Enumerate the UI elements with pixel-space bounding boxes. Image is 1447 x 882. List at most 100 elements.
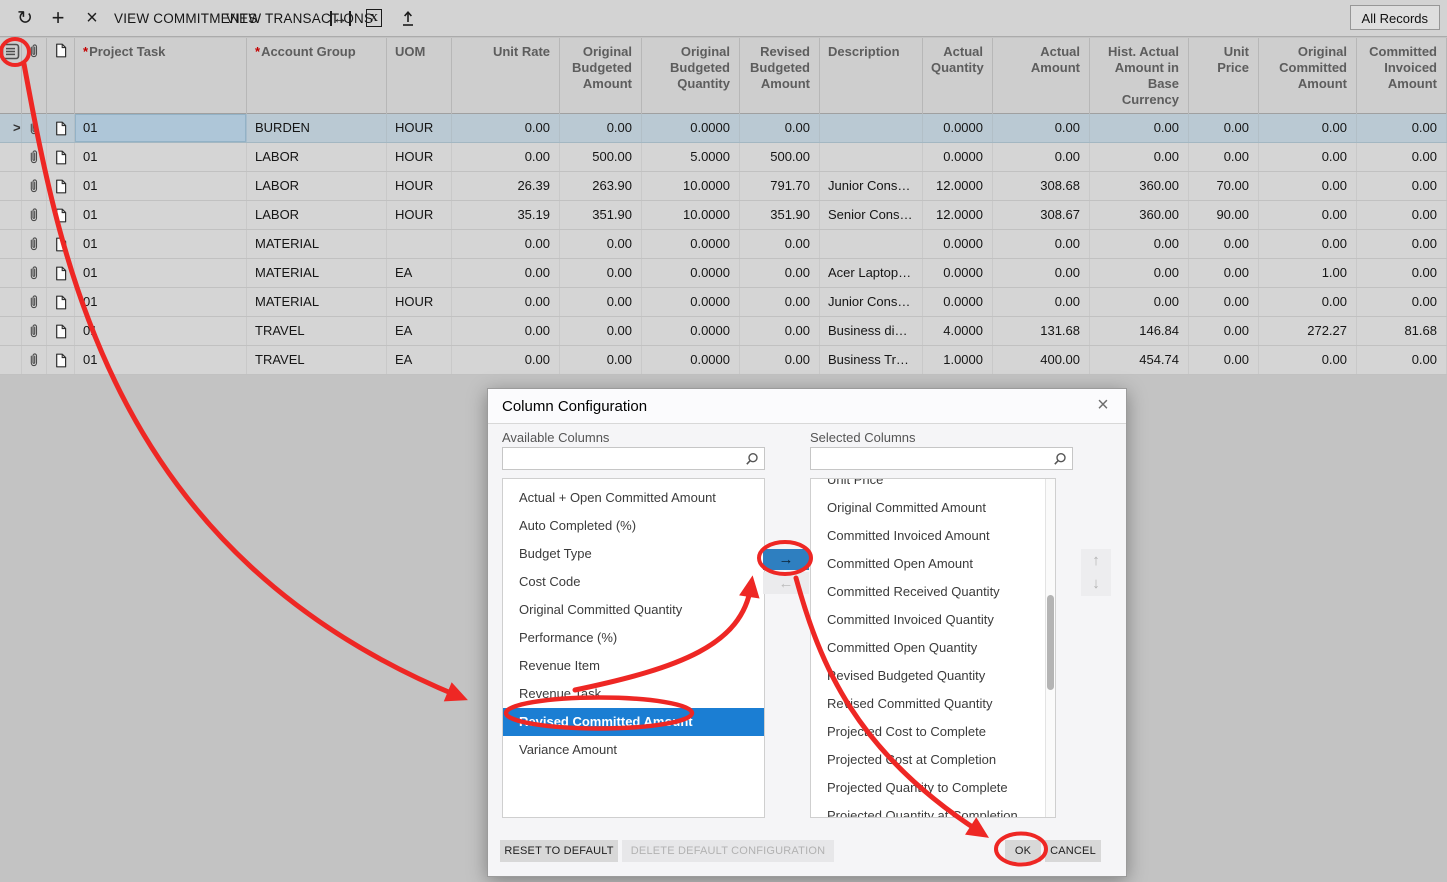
col-header-group[interactable]: *Account Group <box>247 38 387 114</box>
row-selector[interactable] <box>0 346 22 374</box>
cell-orig_budgeted_qty[interactable]: 0.0000 <box>642 317 740 345</box>
cell-orig_budgeted_qty[interactable]: 10.0000 <box>642 201 740 229</box>
cell-unit_rate[interactable]: 0.00 <box>452 230 560 258</box>
available-column-item[interactable]: Revenue Item <box>503 652 764 680</box>
selected-column-item[interactable]: Committed Open Quantity <box>811 634 1055 662</box>
col-header-uom[interactable]: UOM <box>387 38 452 114</box>
grid-config-button[interactable] <box>0 38 22 114</box>
cell-uom[interactable]: HOUR <box>387 143 452 171</box>
row-selector[interactable] <box>0 230 22 258</box>
available-column-item[interactable]: Revised Committed Amount <box>503 708 764 736</box>
cell-orig_committed_amount[interactable]: 0.00 <box>1259 230 1357 258</box>
cell-committed_invoiced_amount[interactable]: 0.00 <box>1357 230 1447 258</box>
cell-task[interactable]: 01 <box>75 259 247 287</box>
cell-group[interactable]: LABOR <box>247 201 387 229</box>
cell-orig_budgeted_amount[interactable]: 0.00 <box>560 288 642 316</box>
attachment-button[interactable] <box>22 143 47 171</box>
selected-column-item[interactable]: Projected Quantity at Completion <box>811 802 1055 818</box>
cell-task[interactable]: 01 <box>75 288 247 316</box>
cell-actual_qty[interactable]: 4.0000 <box>923 317 993 345</box>
col-header-actual_qty[interactable]: Actual Quantity <box>923 38 993 114</box>
cell-rev_budgeted_amount[interactable]: 0.00 <box>740 317 820 345</box>
cell-uom[interactable]: HOUR <box>387 201 452 229</box>
table-row[interactable]: 01TRAVELEA0.000.000.00000.00Business di…… <box>0 317 1447 346</box>
cell-group[interactable]: MATERIAL <box>247 259 387 287</box>
attachment-button[interactable] <box>22 172 47 200</box>
available-column-item[interactable]: Revenue Task <box>503 680 764 708</box>
cell-group[interactable]: LABOR <box>247 143 387 171</box>
note-button[interactable] <box>47 317 75 345</box>
cell-committed_invoiced_amount[interactable]: 81.68 <box>1357 317 1447 345</box>
cell-orig_budgeted_amount[interactable]: 0.00 <box>560 230 642 258</box>
note-button[interactable] <box>47 114 75 142</box>
attachment-button[interactable] <box>22 259 47 287</box>
cell-orig_committed_amount[interactable]: 0.00 <box>1259 346 1357 374</box>
cell-description[interactable]: Business di… <box>820 317 923 345</box>
cell-description[interactable]: Business Tr… <box>820 346 923 374</box>
cell-actual_qty[interactable]: 12.0000 <box>923 201 993 229</box>
col-header-task[interactable]: *Project Task <box>75 38 247 114</box>
note-button[interactable] <box>47 143 75 171</box>
cell-actual_qty[interactable]: 0.0000 <box>923 114 993 142</box>
cell-actual_amount[interactable]: 0.00 <box>993 143 1090 171</box>
cell-rev_budgeted_amount[interactable]: 0.00 <box>740 288 820 316</box>
col-header-hist_actual[interactable]: Hist. Actual Amount in Base Currency <box>1090 38 1189 114</box>
table-row[interactable]: 01LABORHOUR26.39263.9010.0000791.70Junio… <box>0 172 1447 201</box>
cell-committed_invoiced_amount[interactable]: 0.00 <box>1357 288 1447 316</box>
cell-unit_price[interactable]: 0.00 <box>1189 288 1259 316</box>
cell-unit_price[interactable]: 0.00 <box>1189 259 1259 287</box>
row-selector[interactable] <box>0 172 22 200</box>
cell-rev_budgeted_amount[interactable]: 0.00 <box>740 230 820 258</box>
cell-hist_actual[interactable]: 360.00 <box>1090 201 1189 229</box>
cell-hist_actual[interactable]: 454.74 <box>1090 346 1189 374</box>
col-header-committed_invoiced_amount[interactable]: Committed Invoiced Amount <box>1357 38 1447 114</box>
col-header-orig_budgeted_amount[interactable]: Original Budgeted Amount <box>560 38 642 114</box>
cell-rev_budgeted_amount[interactable]: 0.00 <box>740 259 820 287</box>
cell-uom[interactable]: HOUR <box>387 114 452 142</box>
cell-rev_budgeted_amount[interactable]: 0.00 <box>740 346 820 374</box>
cell-orig_budgeted_amount[interactable]: 0.00 <box>560 346 642 374</box>
cell-hist_actual[interactable]: 0.00 <box>1090 259 1189 287</box>
cell-actual_amount[interactable]: 0.00 <box>993 114 1090 142</box>
move-left-button[interactable]: ← <box>763 572 809 594</box>
cell-group[interactable]: MATERIAL <box>247 288 387 316</box>
cell-group[interactable]: LABOR <box>247 172 387 200</box>
move-down-button[interactable]: ↓ <box>1081 572 1111 595</box>
selected-column-item[interactable]: Projected Cost at Completion <box>811 746 1055 774</box>
col-header-rev_budgeted_amount[interactable]: Revised Budgeted Amount <box>740 38 820 114</box>
fit-columns-button[interactable]: ↔ <box>324 0 356 36</box>
cell-orig_budgeted_amount[interactable]: 0.00 <box>560 259 642 287</box>
cell-group[interactable]: TRAVEL <box>247 346 387 374</box>
cell-unit_price[interactable]: 0.00 <box>1189 317 1259 345</box>
ok-button[interactable]: OK <box>1005 840 1041 862</box>
cell-committed_invoiced_amount[interactable]: 0.00 <box>1357 172 1447 200</box>
cell-rev_budgeted_amount[interactable]: 791.70 <box>740 172 820 200</box>
export-excel-button[interactable]: X <box>358 0 390 36</box>
cell-uom[interactable]: EA <box>387 317 452 345</box>
cell-actual_qty[interactable]: 0.0000 <box>923 259 993 287</box>
cell-orig_budgeted_qty[interactable]: 10.0000 <box>642 172 740 200</box>
col-header-unit_rate[interactable]: Unit Rate <box>452 38 560 114</box>
cell-hist_actual[interactable]: 0.00 <box>1090 230 1189 258</box>
available-search-input[interactable] <box>503 448 744 468</box>
col-header-unit_price[interactable]: Unit Price <box>1189 38 1259 114</box>
cell-unit_price[interactable]: 70.00 <box>1189 172 1259 200</box>
table-row[interactable]: 01MATERIALHOUR0.000.000.00000.00Junior C… <box>0 288 1447 317</box>
cell-unit_rate[interactable]: 0.00 <box>452 346 560 374</box>
col-header-actual_amount[interactable]: Actual Amount <box>993 38 1090 114</box>
cell-hist_actual[interactable]: 146.84 <box>1090 317 1189 345</box>
selected-column-item[interactable]: Committed Received Quantity <box>811 578 1055 606</box>
available-column-item[interactable]: Actual + Open Committed Amount <box>503 484 764 512</box>
selected-column-item[interactable]: Committed Open Amount <box>811 550 1055 578</box>
selected-list-scrollbar[interactable] <box>1045 479 1055 817</box>
cell-uom[interactable]: EA <box>387 346 452 374</box>
table-row[interactable]: 01MATERIALEA0.000.000.00000.00Acer Lapto… <box>0 259 1447 288</box>
cell-description[interactable]: Junior Cons… <box>820 172 923 200</box>
available-column-item[interactable]: Variance Amount <box>503 736 764 764</box>
cell-actual_amount[interactable]: 308.67 <box>993 201 1090 229</box>
cell-committed_invoiced_amount[interactable]: 0.00 <box>1357 346 1447 374</box>
cell-orig_budgeted_qty[interactable]: 5.0000 <box>642 143 740 171</box>
cell-actual_qty[interactable]: 0.0000 <box>923 230 993 258</box>
row-selector[interactable] <box>0 201 22 229</box>
cell-task[interactable]: 01 <box>75 143 247 171</box>
